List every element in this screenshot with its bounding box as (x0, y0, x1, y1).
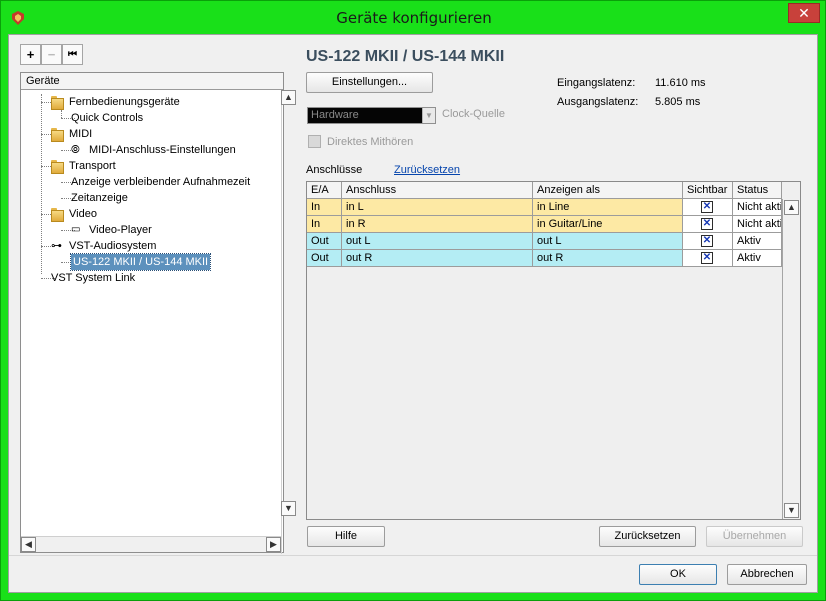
output-latency-label: Ausgangslatenz: (557, 96, 639, 108)
tree-horizontal-scrollbar[interactable]: ◀ ▶ (21, 536, 281, 552)
input-latency-label: Eingangslatenz: (557, 77, 636, 89)
tree-item-label: VST-Audiosystem (69, 240, 157, 252)
table-scroll-up-button[interactable]: ▲ (784, 200, 799, 215)
status-cell: Nicht aktiv (733, 216, 782, 233)
io-cell: In (307, 199, 342, 216)
tree-item-label: MIDI (69, 128, 93, 140)
tree-item-label: Video (69, 208, 97, 220)
direct-monitoring-label: Direktes Mithören (327, 136, 414, 148)
io-cell: Out (307, 233, 342, 250)
visible-checkbox[interactable]: ✕ (701, 235, 713, 247)
output-latency-value: 5.805 ms (655, 96, 701, 108)
cancel-button[interactable]: Abbrechen (727, 564, 807, 585)
status-cell: Aktiv (733, 233, 782, 250)
tree-scroll-up-button[interactable]: ▲ (281, 90, 296, 105)
title-bar: Geräte konfigurieren ✕ (1, 1, 826, 35)
port-cell: in R (342, 216, 533, 233)
column-header-show-as[interactable]: Anzeigen als (533, 182, 683, 198)
ports-table: E/A Anschluss Anzeigen als Sichtbar Stat… (306, 181, 801, 520)
tree-scroll-left-button[interactable]: ◀ (21, 537, 36, 552)
table-row[interactable]: Inin Rin Guitar/Line ✕ Nicht aktiv (307, 216, 782, 233)
ports-table-header: E/A Anschluss Anzeigen als Sichtbar Stat… (307, 182, 782, 199)
column-header-io[interactable]: E/A (307, 182, 342, 198)
device-tree-panel: Geräte Fernbedienungsgeräte Quick Control… (20, 72, 296, 554)
tree-item-label: Anzeige verbleibender Aufnahmezeit (71, 176, 251, 188)
folder-icon (51, 128, 65, 142)
window-title: Geräte konfigurieren (336, 9, 492, 27)
visible-cell[interactable]: ✕ (683, 216, 733, 233)
table-row[interactable]: Inin Lin Line ✕ Nicht aktiv (307, 199, 782, 216)
port-cell: out R (342, 250, 533, 267)
clock-source-value: Hardware (311, 109, 359, 121)
show-as-cell[interactable]: in Guitar/Line (533, 216, 683, 233)
show-as-cell[interactable]: out R (533, 250, 683, 267)
visible-cell[interactable]: ✕ (683, 199, 733, 216)
audio-system-icon: ⊶ (51, 240, 62, 252)
tree-item-label: MIDI-Anschluss-Einstellungen (89, 144, 236, 156)
midi-port-icon: ⦾ (71, 144, 80, 156)
table-scroll-down-button[interactable]: ▼ (784, 503, 799, 518)
status-cell: Aktiv (733, 250, 782, 267)
tree-item-label: VST System Link (51, 272, 136, 284)
reset-button[interactable]: Zurücksetzen (599, 526, 696, 547)
tree-item-label: Fernbedienungsgeräte (69, 96, 180, 108)
port-cell: out L (342, 233, 533, 250)
chevron-down-icon: ▼ (422, 108, 435, 123)
tree-scroll-right-button[interactable]: ▶ (266, 537, 281, 552)
column-header-status[interactable]: Status (733, 182, 782, 198)
column-header-port[interactable]: Anschluss (342, 182, 533, 198)
direct-monitoring-checkbox[interactable] (308, 135, 321, 148)
column-header-visible[interactable]: Sichtbar (683, 182, 733, 198)
visible-cell[interactable]: ✕ (683, 233, 733, 250)
show-as-cell[interactable]: in Line (533, 199, 683, 216)
io-cell: Out (307, 250, 342, 267)
reset-ports-link[interactable]: Zurücksetzen (394, 164, 460, 176)
table-row[interactable]: Out out Rout R ✕ Aktiv (307, 250, 782, 267)
device-title: US-122 MKII / US-144 MKII (306, 48, 505, 65)
add-device-button[interactable]: + (20, 44, 41, 65)
tree-item-label: Zeitanzeige (71, 192, 128, 204)
dialog-body: + − ⏮ Geräte Fernbedienungsgeräte Quick C… (8, 34, 818, 593)
tree-item-label: Video-Player (89, 224, 152, 236)
visible-checkbox[interactable]: ✕ (701, 218, 713, 230)
clock-source-label: Clock-Quelle (442, 108, 505, 120)
tree-scroll-down-button[interactable]: ▼ (281, 501, 296, 516)
show-as-cell[interactable]: out L (533, 233, 683, 250)
settings-button[interactable]: Einstellungen... (306, 72, 433, 93)
visible-cell[interactable]: ✕ (683, 250, 733, 267)
folder-icon (51, 96, 65, 110)
footer-divider (9, 555, 817, 556)
folder-icon (51, 160, 65, 174)
device-tree: Fernbedienungsgeräte Quick Controls MIDI ⦾ M… (21, 90, 281, 517)
ports-label: Anschlüsse (306, 164, 363, 176)
port-cell: in L (342, 199, 533, 216)
visible-checkbox[interactable]: ✕ (701, 252, 713, 264)
video-player-icon: ▭ (71, 224, 81, 235)
remove-device-button[interactable]: − (41, 44, 62, 65)
status-cell: Nicht aktiv (733, 199, 782, 216)
reset-device-button[interactable]: ⏮ (62, 44, 83, 65)
tree-item-label: Transport (69, 160, 116, 172)
table-row[interactable]: Out out Lout L ✕ Aktiv (307, 233, 782, 250)
input-latency-value: 11.610 ms (655, 77, 706, 89)
tree-header: Geräte (21, 73, 283, 90)
apply-button[interactable]: Übernehmen (706, 526, 803, 547)
tree-item-label: US-122 MKII / US-144 MKII (69, 253, 212, 271)
folder-icon (51, 208, 65, 222)
tree-item-label: Quick Controls (71, 112, 144, 124)
ports-table-scrollbar[interactable] (782, 199, 800, 519)
clock-source-select[interactable]: Hardware ▼ (307, 107, 436, 124)
ok-button[interactable]: OK (639, 564, 717, 585)
close-button[interactable]: ✕ (788, 3, 820, 23)
io-cell: In (307, 216, 342, 233)
help-button[interactable]: Hilfe (307, 526, 385, 547)
visible-checkbox[interactable]: ✕ (701, 201, 713, 213)
